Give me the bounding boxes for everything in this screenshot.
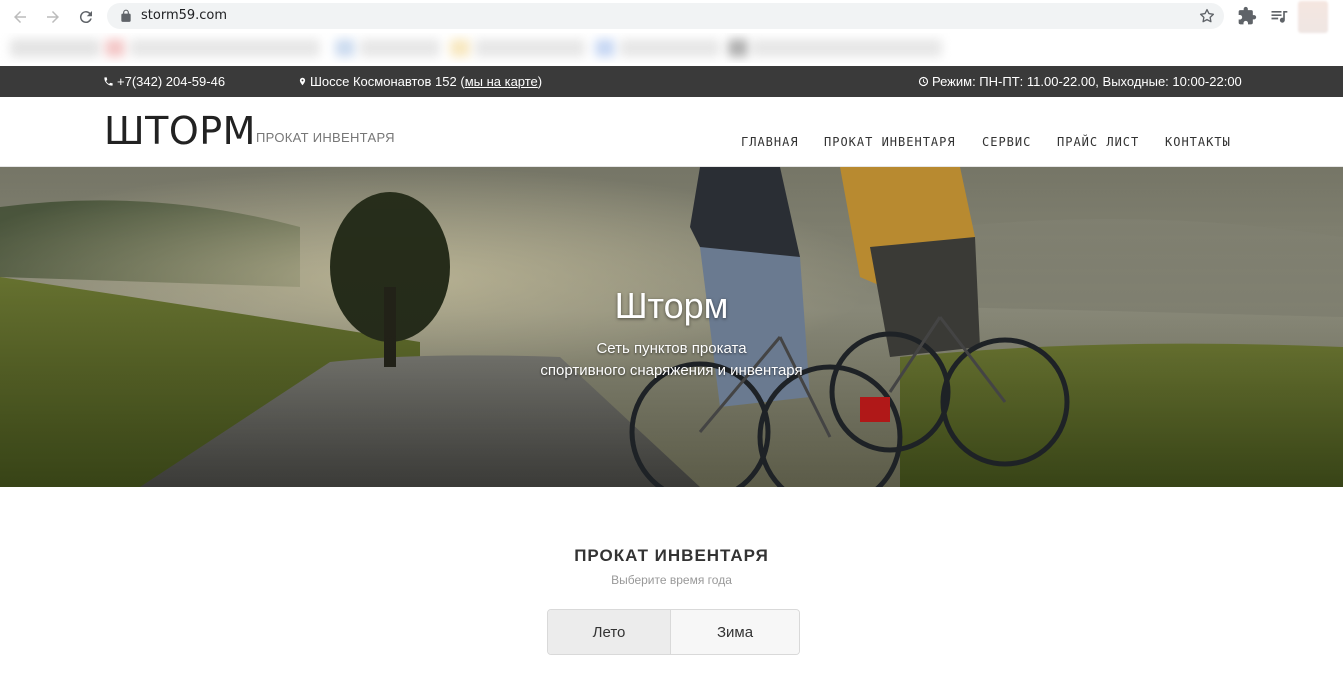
section-title: ПРОКАТ ИНВЕНТАРЯ (574, 546, 769, 565)
hours-info: Режим: ПН-ПТ: 11.00-22.00, Выходные: 10:… (918, 74, 1242, 89)
section-subtitle: Выберите время года (611, 573, 732, 587)
lock-icon (121, 9, 131, 22)
phone-contact[interactable]: +7(342) 204-59-46 (103, 74, 225, 89)
back-button[interactable] (8, 5, 32, 29)
reload-button[interactable] (74, 5, 98, 29)
tab-summer[interactable]: Лето (548, 610, 671, 654)
reload-icon (79, 11, 92, 24)
arrow-left-icon (14, 11, 26, 23)
puzzle-icon[interactable] (1237, 6, 1257, 26)
site-logo[interactable]: ШТОРМ (104, 109, 256, 153)
phone-icon (104, 77, 113, 86)
hero-title: Шторм (614, 285, 729, 326)
nav-item-rental[interactable]: ПРОКАТ ИНВЕНТАРЯ (824, 135, 956, 149)
hours-text: Режим: ПН-ПТ: 11.00-22.00, Выходные: 10:… (932, 74, 1242, 89)
address-contact: Шоссе Космонавтов 152 (мы на карте) (298, 74, 542, 89)
hero-banner: Шторм Сеть пунктов проката спортивного с… (0, 167, 1343, 487)
hero-subtitle-line1: Сеть пунктов проката (596, 340, 747, 357)
nav-item-service[interactable]: СЕРВИС (982, 135, 1031, 149)
address-row: storm59.com (0, 0, 1343, 33)
profile-avatar[interactable] (1298, 1, 1328, 33)
nav-item-contacts[interactable]: КОНТАКТЫ (1165, 135, 1231, 149)
hero-background-image (0, 167, 1343, 487)
browser-chrome: storm59.com (0, 0, 1343, 66)
star-icon[interactable] (1198, 7, 1216, 25)
site-header: ШТОРМ ПРОКАТ ИНВЕНТАРЯ ГЛАВНАЯ ПРОКАТ ИН… (0, 97, 1343, 167)
contact-bar: +7(342) 204-59-46 Шоссе Космонавтов 152 … (0, 66, 1343, 97)
site-tagline: ПРОКАТ ИНВЕНТАРЯ (256, 130, 395, 145)
tab-winter[interactable]: Зима (671, 610, 799, 654)
address-close: ) (537, 74, 543, 89)
phone-number[interactable]: +7(342) 204-59-46 (117, 74, 225, 89)
address-text: Шоссе Космонавтов 152 ( (310, 74, 465, 89)
bookmarks-bar (0, 33, 1343, 63)
clock-icon (918, 76, 929, 87)
season-switch: Лето Зима (547, 609, 800, 655)
forward-button[interactable] (41, 5, 65, 29)
arrow-right-icon (47, 11, 59, 23)
map-pin-icon (299, 77, 306, 86)
nav-item-pricelist[interactable]: ПРАЙС ЛИСТ (1057, 135, 1139, 149)
map-link[interactable]: мы на карте (465, 74, 538, 89)
hero-subtitle-line2: спортивного снаряжения и инвентаря (540, 362, 803, 379)
playlist-icon[interactable] (1269, 6, 1289, 26)
url-text[interactable]: storm59.com (141, 8, 227, 23)
nav-item-home[interactable]: ГЛАВНАЯ (741, 135, 799, 149)
address-bar[interactable]: storm59.com (107, 3, 1224, 29)
